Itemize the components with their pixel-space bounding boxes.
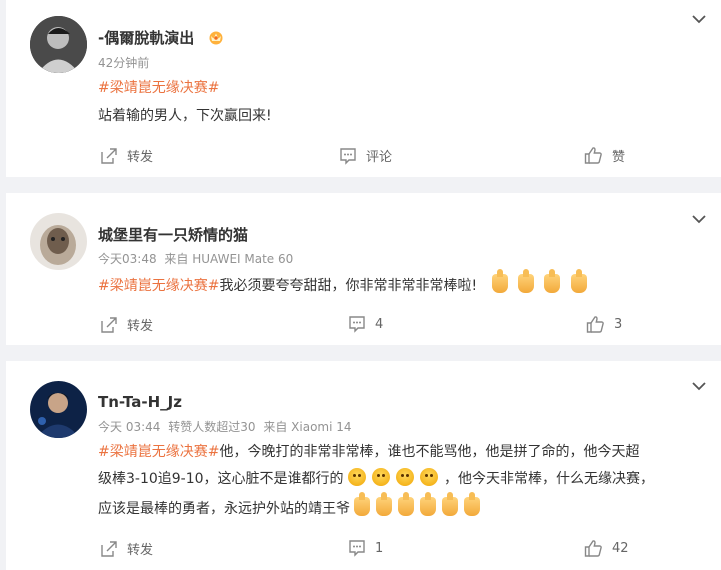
timestamp: 42分钟前 [98, 56, 150, 70]
like-button[interactable]: 3 [586, 315, 622, 334]
comment-button[interactable]: 4 [348, 315, 383, 333]
thumbs-up-emoji [398, 492, 415, 516]
comment-icon [349, 316, 365, 333]
comment-text: #梁靖崑无缘决赛#我必须要夸夸甜甜，你非常非常非常棒啦! [98, 269, 593, 295]
thumbs-up-emoji [442, 492, 459, 516]
comment-icon [349, 540, 365, 557]
username[interactable]: -偶爾脫軌演出 [98, 27, 225, 48]
comment-count[interactable]: 1 [375, 541, 383, 556]
username-text[interactable]: 城堡里有一只矫情的猫 [98, 226, 248, 244]
thumbs-up-emoji [518, 269, 534, 293]
username[interactable]: 城堡里有一只矫情的猫 [98, 224, 248, 245]
crown-badge-icon [209, 31, 223, 45]
source-device: 来自 HUAWEI Mate 60 [164, 252, 294, 266]
hashtag-link[interactable]: #梁靖崑无缘决赛# [98, 77, 219, 97]
repost-button[interactable]: 转发 [100, 539, 153, 558]
username-text[interactable]: Tn-Ta-H_Jz [98, 393, 182, 411]
comment-text-content: 他，今晚打的非常非常棒，谁也不能骂他，他是拼了命的，他今天超 [219, 444, 640, 460]
chevron-down-icon[interactable] [691, 214, 707, 224]
comment-text-line: 级棒3-10追9-10，这心脏不是谁都行的 ，他今天非常棒，什么无缘决赛， [98, 468, 654, 488]
comment-text-content: 站着输的男人，下次赢回来! [98, 108, 272, 124]
username[interactable]: Tn-Ta-H_Jz [98, 393, 182, 411]
timestamp: 今天03:48 [98, 252, 157, 266]
comment-card-3: Tn-Ta-H_Jz 今天 03:44 转赞人数超过30 来自 Xiaomi 1… [6, 361, 721, 570]
angry-face-emoji [372, 468, 390, 486]
thumbs-up-icon [586, 316, 604, 333]
timestamp: 今天 03:44 [98, 420, 161, 434]
comment-count[interactable]: 4 [375, 317, 383, 332]
chevron-down-icon[interactable] [691, 14, 707, 24]
comment-meta: 今天 03:44 转赞人数超过30 来自 Xiaomi 14 [98, 418, 356, 435]
chevron-down-icon[interactable] [691, 381, 707, 391]
share-icon [101, 147, 117, 164]
hashtag[interactable]: #梁靖崑无缘决赛# [98, 278, 219, 294]
comment-button[interactable]: 1 [348, 539, 383, 557]
like-count[interactable]: 3 [614, 317, 622, 332]
thumbs-up-emoji [420, 492, 437, 516]
thumbs-up-emoji [354, 492, 371, 516]
thumbs-up-emoji [544, 269, 561, 293]
thumbs-up-emoji [464, 492, 481, 516]
source-device: 来自 Xiaomi 14 [263, 420, 352, 434]
comment-icon [340, 147, 356, 165]
comment-text-content: ，他今天非常棒，什么无缘决赛， [444, 471, 654, 487]
hashtag[interactable]: #梁靖崑无缘决赛# [98, 444, 219, 460]
avatar[interactable] [30, 16, 87, 73]
angry-face-emoji [420, 468, 438, 486]
hashtag[interactable]: #梁靖崑无缘决赛# [98, 80, 219, 96]
like-button[interactable]: 42 [584, 539, 629, 558]
share-icon [101, 316, 117, 333]
comment-meta: 今天03:48 来自 HUAWEI Mate 60 [98, 250, 297, 267]
repost-label[interactable]: 转发 [127, 146, 153, 165]
thumbs-up-emoji [570, 269, 587, 293]
repost-button[interactable]: 转发 [100, 315, 153, 334]
angry-face-emoji [348, 468, 366, 486]
comment-text-content: 我必须要夸夸甜甜，你非常非常非常棒啦! [219, 278, 478, 294]
repost-label[interactable]: 转发 [127, 315, 153, 334]
comment-button[interactable]: 评论 [339, 146, 392, 165]
comment-text: 站着输的男人，下次赢回来! [98, 105, 272, 125]
repost-button[interactable]: 转发 [100, 146, 153, 165]
thumbs-up-icon [584, 147, 602, 164]
thumbs-up-emoji [491, 269, 508, 293]
comment-text-content: 级棒3-10追9-10，这心脏不是谁都行的 [98, 471, 344, 487]
comment-label[interactable]: 评论 [366, 146, 392, 165]
repost-label[interactable]: 转发 [127, 539, 153, 558]
likes-note: 转赞人数超过30 [168, 420, 256, 434]
comment-card-1: -偶爾脫軌演出 42分钟前 #梁靖崑无缘决赛# 站着输的男人，下次赢回来! 转发… [6, 0, 721, 177]
share-icon [101, 540, 117, 557]
angry-face-emoji [396, 468, 414, 486]
like-label[interactable]: 赞 [612, 146, 625, 165]
thumbs-up-emoji [376, 492, 393, 516]
avatar[interactable] [30, 213, 87, 270]
comment-text-line: 应该是最棒的勇者，永远护外站的靖王爷 [98, 492, 486, 518]
comment-text-content: 应该是最棒的勇者，永远护外站的靖王爷 [98, 501, 350, 517]
username-text[interactable]: -偶爾脫軌演出 [98, 29, 194, 47]
like-button[interactable]: 赞 [584, 146, 625, 165]
comment-meta: 42分钟前 [98, 54, 153, 71]
comment-text-line: #梁靖崑无缘决赛#他，今晚打的非常非常棒，谁也不能骂他，他是拼了命的，他今天超 [98, 441, 639, 461]
thumbs-up-icon [584, 540, 602, 557]
comment-card-2: 城堡里有一只矫情的猫 今天03:48 来自 HUAWEI Mate 60 #梁靖… [6, 193, 721, 345]
like-count[interactable]: 42 [612, 541, 629, 556]
avatar[interactable] [30, 381, 87, 438]
